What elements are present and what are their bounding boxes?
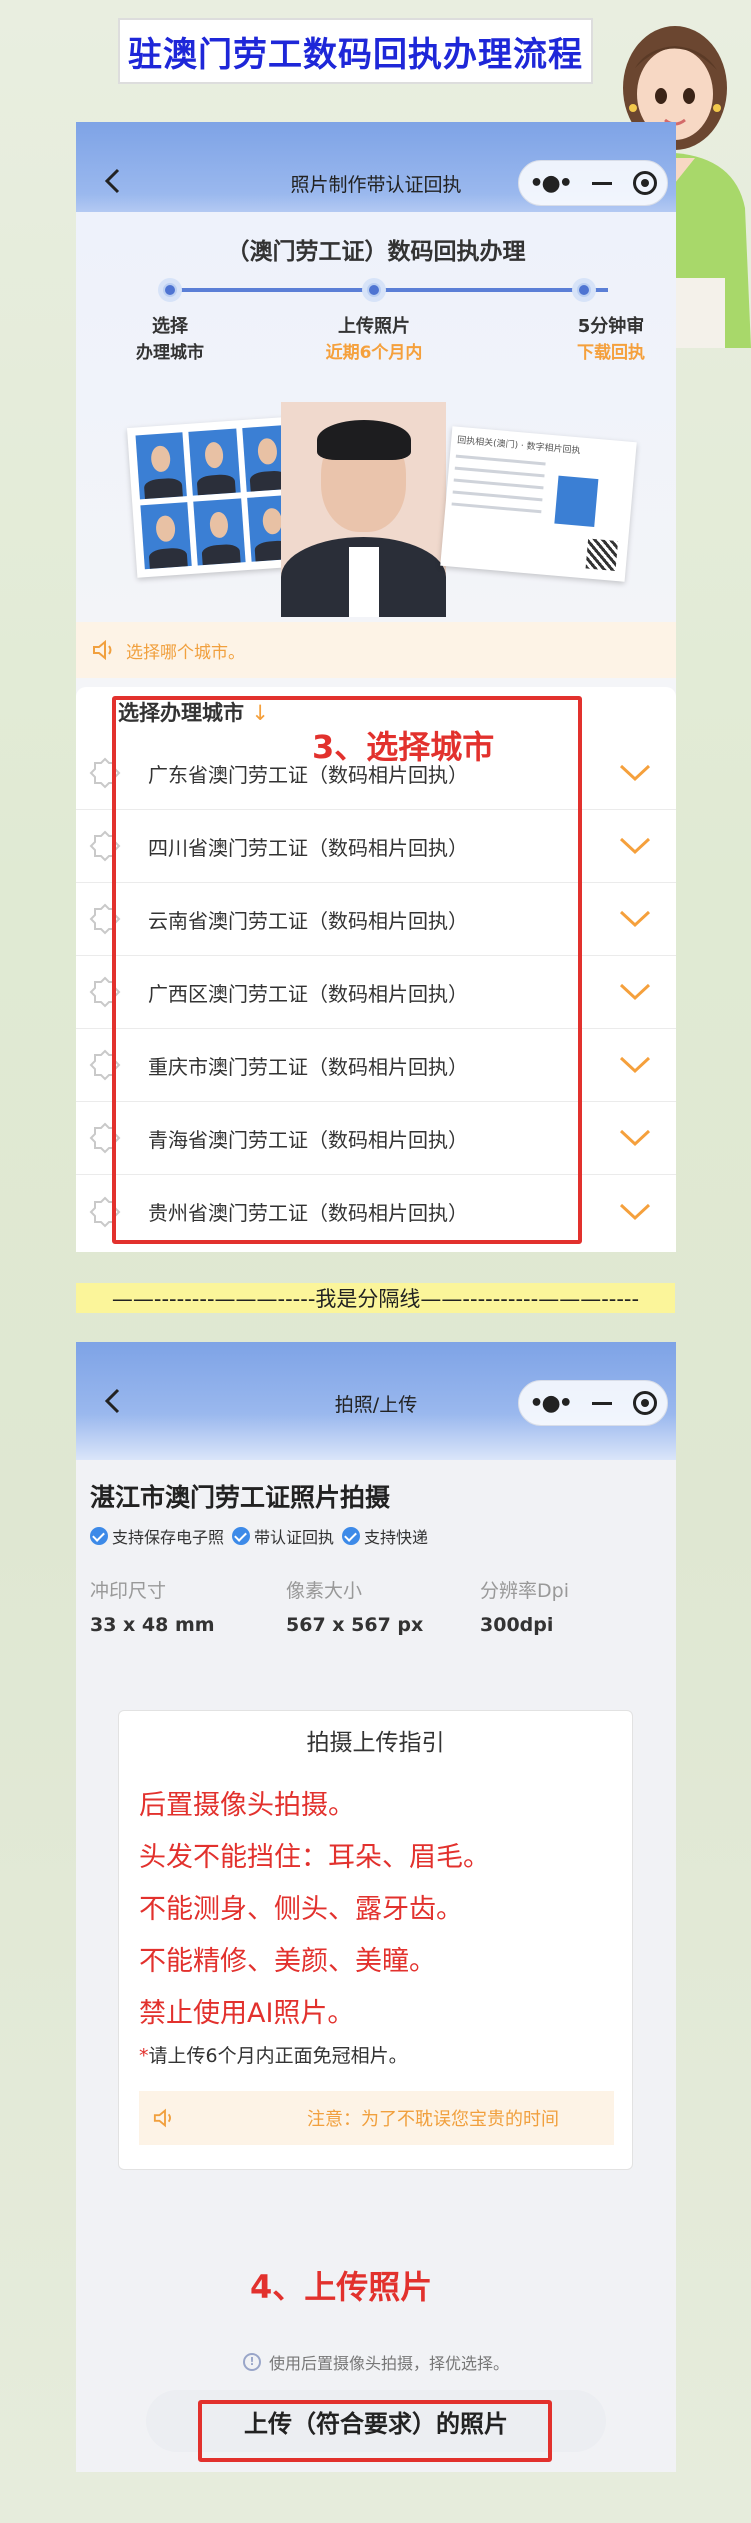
guide-title: 拍摄上传指引 [306, 1730, 445, 1756]
steps-progress-line [168, 288, 608, 292]
step-sub-3: 下载回执 [577, 343, 645, 363]
step-label-2: 上传照片 [338, 316, 410, 337]
step-sub-1: 办理城市 [136, 343, 204, 363]
highlight-box-city-list [112, 696, 582, 1244]
chevron-down-icon[interactable] [618, 909, 652, 929]
check-icon [342, 1527, 361, 1545]
spec-value-dpi: 300dpi [480, 1614, 554, 1636]
check-icon [90, 1527, 108, 1545]
tag-receipt: 带认证回执 [232, 1524, 334, 1548]
notice-bar: 选择哪个城市。 [76, 622, 676, 678]
annotation-step-4: 4、上传照片 [250, 2268, 433, 2306]
step-dot-2 [362, 278, 386, 302]
hero-section: （澳门劳工证）数码回执办理 选择 办理城市 上传照片 近期6个月内 5分钟审 下… [76, 212, 676, 622]
upload-page-body: 湛江市澳门劳工证照片拍摄 支持保存电子照 带认证回执 支持快递 冲印尺寸 33 … [76, 1460, 676, 2472]
spec-label-dpi: 分辨率Dpi [480, 1580, 569, 1602]
step-dot-3 [572, 278, 596, 302]
guide-line-2: 头发不能挡住：耳朵、眉毛。 [139, 1842, 490, 1873]
guide-warning-bar: 注意：为了不耽误您宝贵的时间 [139, 2091, 614, 2145]
chevron-down-icon[interactable] [618, 1055, 652, 1075]
step-dot-1 [158, 278, 182, 302]
portrait-photo-image [281, 402, 446, 617]
chevron-down-icon[interactable] [618, 1128, 652, 1148]
tag-express: 支持快递 [342, 1524, 428, 1548]
upload-page-title: 湛江市澳门劳工证照片拍摄 [90, 1483, 391, 1512]
minimize-icon[interactable] [591, 181, 612, 185]
digital-receipt-image: 回执相关(澳门) · 数字相片回执 [440, 426, 637, 582]
upload-guide-card: 拍摄上传指引 后置摄像头拍摄。 头发不能挡住：耳朵、眉毛。 不能测身、侧头、露牙… [118, 1710, 633, 2170]
chevron-down-icon[interactable] [618, 982, 652, 1002]
speaker-icon [93, 640, 112, 660]
spec-label-print-size: 冲印尺寸 [90, 1580, 167, 1602]
chevron-down-icon[interactable] [618, 1202, 652, 1222]
feature-tags: 支持保存电子照 带认证回执 支持快递 [90, 1524, 428, 1548]
spec-value-pixel-size: 567 x 567 px [286, 1614, 424, 1636]
chevron-down-icon[interactable] [618, 836, 652, 856]
guide-line-1: 后置摄像头拍摄。 [139, 1790, 355, 1821]
notice-text: 选择哪个城市。 [126, 642, 245, 663]
step-sub-2: 近期6个月内 [325, 343, 423, 363]
qr-code-icon [585, 538, 619, 571]
tag-electronic-photo: 支持保存电子照 [90, 1524, 224, 1548]
hero-title: （澳门劳工证）数码回执办理 [226, 239, 526, 265]
highlight-box-upload-button [198, 2400, 552, 2462]
spec-value-print-size: 33 x 48 mm [90, 1614, 215, 1636]
annotation-step-3: 3、选择城市 [312, 728, 495, 766]
info-icon: ! [242, 2353, 261, 2371]
chevron-down-icon[interactable] [618, 763, 652, 783]
more-dots-icon[interactable]: •●• [529, 171, 572, 196]
guide-line-3: 不能测身、侧头、露牙齿。 [139, 1894, 463, 1925]
camera-hint: ! 使用后置摄像头拍摄，择优选择。 [76, 2350, 676, 2374]
guide-line-5: 禁止使用AI照片。 [139, 1998, 355, 2029]
mini-program-capsule: •●• [518, 160, 668, 206]
guide-note: *请上传6个月内正面免冠相片。 [139, 2045, 408, 2067]
section-divider: ——--------———-----我是分隔线——----------———--… [76, 1283, 675, 1313]
mini-program-capsule: •●• [518, 1380, 668, 1426]
guide-line-4: 不能精修、美颜、美瞳。 [139, 1946, 436, 1977]
guide-warning-text: 注意：为了不耽误您宝贵的时间 [307, 2109, 559, 2130]
check-icon [232, 1527, 251, 1545]
nav-bar: 拍照/上传 •●• [76, 1342, 676, 1462]
speaker-icon [153, 2108, 171, 2128]
page-title-banner: 驻澳门劳工数码回执办理流程 [118, 18, 593, 84]
spec-label-pixel-size: 像素大小 [286, 1580, 363, 1602]
close-target-icon[interactable] [632, 171, 657, 195]
step-label-3: 5分钟审 [577, 316, 645, 337]
more-dots-icon[interactable]: •●• [529, 1391, 572, 1416]
step-label-1: 选择 [152, 316, 188, 337]
close-target-icon[interactable] [632, 1391, 657, 1415]
minimize-icon[interactable] [591, 1401, 612, 1405]
